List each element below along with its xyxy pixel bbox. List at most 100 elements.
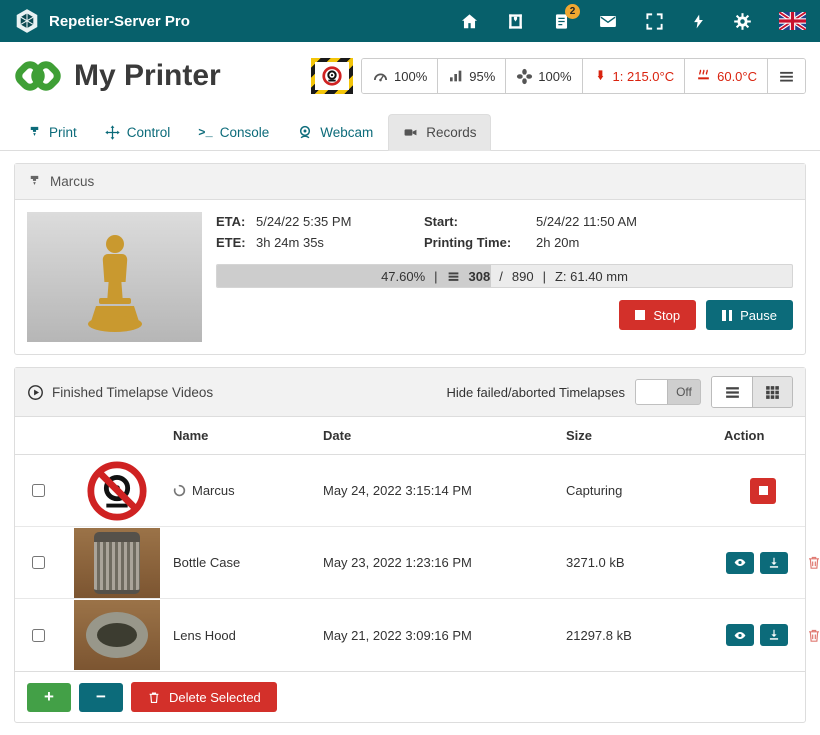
print-queue-icon[interactable]: 2 <box>552 12 571 31</box>
table-header-row: Name Date Size Action <box>15 417 805 455</box>
progress-percent: 47.60% <box>381 269 425 284</box>
printer-chain-logo-icon <box>14 52 62 100</box>
delete-row-button[interactable] <box>806 554 820 571</box>
table-row: Bottle Case May 23, 2022 1:23:16 PM 3271… <box>15 527 805 599</box>
eye-icon <box>732 629 748 642</box>
timelapse-name: Lens Hood <box>173 628 236 643</box>
tab-label: Records <box>426 125 476 140</box>
bed-temp-button[interactable]: 60.0°C <box>684 59 767 93</box>
speed-icon <box>372 68 389 85</box>
col-header-action: Action <box>724 428 805 443</box>
col-header-size: Size <box>566 428 724 443</box>
eye-icon <box>732 556 748 569</box>
stop-label: Stop <box>653 308 680 323</box>
start-value: 5/24/22 11:50 AM <box>536 214 793 229</box>
tab-webcam[interactable]: Webcam <box>284 114 386 150</box>
stop-capture-button[interactable] <box>750 478 776 504</box>
col-header-date: Date <box>323 428 566 443</box>
job-card-header: Marcus <box>15 164 805 200</box>
eta-label: ETA: <box>216 214 256 229</box>
select-all-button[interactable]: + <box>27 683 71 712</box>
preview-button[interactable] <box>726 552 754 574</box>
row-select-checkbox[interactable] <box>32 556 45 569</box>
settings-gear-icon[interactable] <box>733 12 752 31</box>
webcam-warning-icon <box>315 62 349 90</box>
list-view-button[interactable] <box>712 377 752 407</box>
tab-console[interactable]: >_ Console <box>185 115 282 150</box>
ete-value: 3h 24m 35s <box>256 235 424 250</box>
hide-failed-toggle[interactable]: Off <box>635 379 701 405</box>
printer-icon[interactable] <box>506 12 525 31</box>
tab-print[interactable]: Print <box>14 115 90 150</box>
brand[interactable]: Repetier-Server Pro <box>14 8 190 34</box>
tab-records[interactable]: Records <box>388 114 490 151</box>
timelapse-name: Marcus <box>192 483 235 498</box>
timelapse-date: May 23, 2022 1:23:16 PM <box>323 555 566 570</box>
download-button[interactable] <box>760 624 788 646</box>
timelapse-thumbnail[interactable] <box>74 600 160 670</box>
delete-selected-button[interactable]: Delete Selected <box>131 682 277 712</box>
download-button[interactable] <box>760 552 788 574</box>
row-select-checkbox[interactable] <box>32 484 45 497</box>
progress-separator2: | <box>543 269 546 284</box>
extruder-temp-value: 1: 215.0°C <box>613 69 675 84</box>
preview-button[interactable] <box>726 624 754 646</box>
timelapse-name-cell: Marcus <box>173 483 323 498</box>
progress-separator: | <box>434 269 437 284</box>
download-icon <box>767 628 781 642</box>
webcam-icon <box>297 124 313 140</box>
plus-icon: + <box>44 687 54 707</box>
timelapse-controls: Hide failed/aborted Timelapses Off <box>447 376 794 408</box>
video-camera-icon <box>402 125 419 140</box>
timelapse-name-cell: Bottle Case <box>173 555 323 570</box>
messages-icon[interactable] <box>598 12 618 31</box>
quick-commands-icon[interactable] <box>691 12 706 31</box>
timelapse-title: Finished Timelapse Videos <box>52 385 213 400</box>
deselect-all-button[interactable]: − <box>79 683 123 712</box>
page-title: My Printer <box>74 59 221 93</box>
webcam-warning-button[interactable] <box>311 58 353 94</box>
printer-tabs: Print Control >_ Console Webcam <box>0 108 820 151</box>
delete-selected-label: Delete Selected <box>169 690 261 705</box>
timelapse-actions <box>724 478 805 504</box>
grid-view-button[interactable] <box>752 377 792 407</box>
speed-value: 100% <box>394 69 427 84</box>
eta-value: 5/24/22 5:35 PM <box>256 214 424 229</box>
language-flag-icon[interactable] <box>779 12 806 30</box>
timelapse-size: 3271.0 kB <box>566 555 724 570</box>
list-view-icon <box>724 384 741 401</box>
extruder-temp-button[interactable]: 1: 215.0°C <box>582 59 685 93</box>
print-job-card: Marcus ETA: 5/24/22 5:35 PM Start: 5/24/… <box>14 163 806 355</box>
table-row: Marcus May 24, 2022 3:15:14 PM Capturing <box>15 455 805 527</box>
row-select-checkbox[interactable] <box>32 629 45 642</box>
flow-button[interactable]: 95% <box>437 59 505 93</box>
printer-menu-button[interactable] <box>767 59 805 93</box>
pause-button[interactable]: Pause <box>706 300 793 330</box>
printer-header: My Printer 100% <box>0 42 820 108</box>
job-nozzle-icon <box>27 174 42 189</box>
repetier-logo-icon <box>14 8 40 34</box>
fullscreen-icon[interactable] <box>645 12 664 31</box>
fan-value: 100% <box>538 69 571 84</box>
timelapse-name: Bottle Case <box>173 555 240 570</box>
job-name: Marcus <box>50 174 94 189</box>
delete-row-button[interactable] <box>806 627 820 644</box>
minus-icon: − <box>96 687 106 707</box>
timelapse-size: Capturing <box>566 483 724 498</box>
tab-label: Print <box>49 125 77 140</box>
job-details: ETA: 5/24/22 5:35 PM Start: 5/24/22 11:5… <box>216 212 793 342</box>
tab-control[interactable]: Control <box>92 115 184 150</box>
fan-button[interactable]: 100% <box>505 59 581 93</box>
speed-button[interactable]: 100% <box>362 59 437 93</box>
download-icon <box>767 556 781 570</box>
home-icon[interactable] <box>460 12 479 31</box>
layer-current: 308 <box>469 269 491 284</box>
stop-icon <box>635 310 645 320</box>
job-card-body: ETA: 5/24/22 5:35 PM Start: 5/24/22 11:5… <box>15 200 805 354</box>
stop-button[interactable]: Stop <box>619 300 696 330</box>
statue-render <box>69 224 161 342</box>
timelapse-thumbnail[interactable] <box>74 528 160 598</box>
pause-label: Pause <box>740 308 777 323</box>
hide-failed-label: Hide failed/aborted Timelapses <box>447 385 626 400</box>
grid-view-icon <box>764 384 781 401</box>
